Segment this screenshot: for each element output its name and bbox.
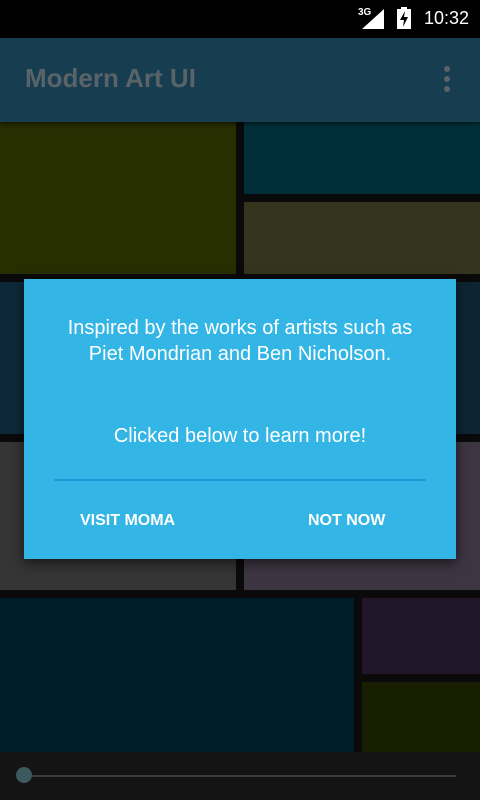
app-title: Modern Art UI [25, 63, 196, 93]
info-dialog: Inspired by the works of artists such as… [24, 279, 456, 559]
status-bar: 3G 10:32 [0, 0, 480, 38]
dialog-divider [54, 479, 426, 481]
bottom-bar [0, 752, 480, 800]
action-bar: Modern Art UI [0, 38, 480, 122]
visit-moma-button[interactable]: VISIT MOMA [80, 501, 175, 541]
status-time: 10:32 [424, 8, 470, 28]
seek-bar-thumb[interactable] [16, 767, 32, 783]
overflow-menu-icon[interactable] [436, 66, 458, 96]
seek-bar-track[interactable] [24, 775, 456, 777]
dialog-prompt: Clicked below to learn more! [113, 425, 367, 447]
signal-icon [362, 9, 384, 29]
not-now-button[interactable]: NOT NOW [308, 501, 385, 541]
dialog-message: Inspired by the works of artists such as… [67, 317, 413, 365]
battery-charging-icon [397, 7, 411, 29]
app-screen: 3G 10:32 Modern Art UI Inspired by the w… [0, 0, 480, 800]
